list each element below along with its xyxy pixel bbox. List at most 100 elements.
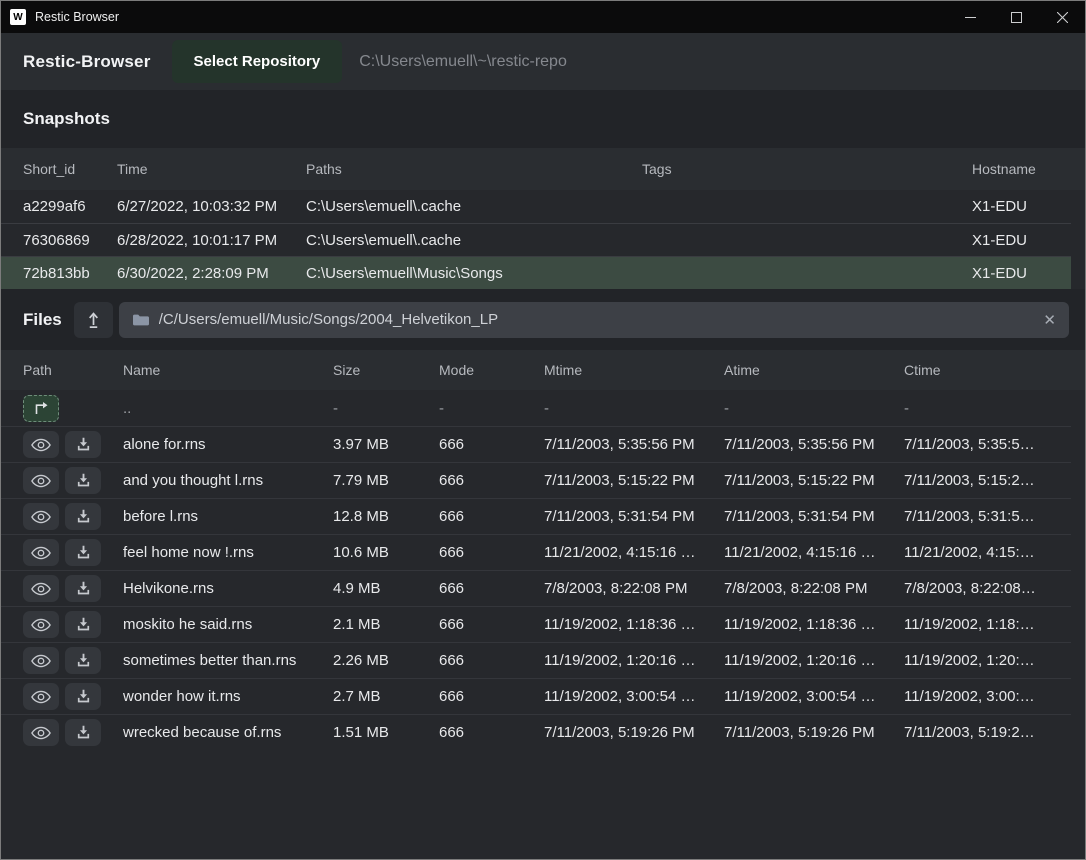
preview-file-button[interactable] <box>23 467 59 494</box>
column-ctime: Ctime <box>904 362 1063 378</box>
file-row[interactable]: wrecked because of.rns1.51 MB6667/11/200… <box>1 714 1071 750</box>
close-button[interactable] <box>1039 1 1085 33</box>
file-size: 1.51 MB <box>333 724 439 741</box>
file-mtime: 7/11/2003, 5:19:26 PM <box>544 724 724 741</box>
files-table-header: Path Name Size Mode Mtime Atime Ctime <box>1 350 1085 390</box>
download-file-button[interactable] <box>65 611 101 638</box>
corner-up-right-arrow-icon <box>32 401 50 415</box>
app-icon-letter: W <box>13 12 22 23</box>
file-atime: 11/19/2002, 1:20:16 … <box>724 652 904 669</box>
file-row[interactable]: sometimes better than.rns2.26 MB66611/19… <box>1 642 1071 678</box>
parent-directory-row[interactable]: ..----- <box>1 390 1071 426</box>
file-mtime: 7/11/2003, 5:15:22 PM <box>544 472 724 489</box>
download-file-button[interactable] <box>65 647 101 674</box>
file-mtime: 11/19/2002, 1:20:16 … <box>544 652 724 669</box>
maximize-button[interactable] <box>993 1 1039 33</box>
column-atime: Atime <box>724 362 904 378</box>
preview-file-button[interactable] <box>23 431 59 458</box>
file-size: 7.79 MB <box>333 472 439 489</box>
maximize-icon <box>1011 12 1022 23</box>
file-mtime: 11/21/2002, 4:15:16 … <box>544 544 724 561</box>
snapshot-short-id: 76306869 <box>23 232 117 249</box>
file-mtime: 11/19/2002, 1:18:36 … <box>544 616 724 633</box>
file-size: 2.7 MB <box>333 688 439 705</box>
snapshot-hostname: X1-EDU <box>972 265 1049 282</box>
snapshots-section-header: Snapshots <box>1 90 1085 148</box>
column-tags: Tags <box>642 161 972 177</box>
preview-file-button[interactable] <box>23 539 59 566</box>
file-mode: 666 <box>439 544 544 561</box>
file-row-actions <box>23 683 123 710</box>
file-ctime: 11/19/2002, 1:18:36 … <box>904 616 1049 633</box>
download-file-button[interactable] <box>65 467 101 494</box>
download-icon <box>76 653 91 668</box>
file-name: Helvikone.rns <box>123 580 333 597</box>
download-file-button[interactable] <box>65 683 101 710</box>
minimize-button[interactable] <box>947 1 993 33</box>
preview-file-button[interactable] <box>23 683 59 710</box>
file-row[interactable]: and you thought l.rns7.79 MB6667/11/2003… <box>1 462 1071 498</box>
file-size: 12.8 MB <box>333 508 439 525</box>
folder-icon <box>132 313 150 327</box>
up-arrow-from-bar-icon <box>87 312 100 328</box>
download-icon <box>76 689 91 704</box>
column-hostname: Hostname <box>972 161 1063 177</box>
file-ctime: 7/11/2003, 5:31:54 PM <box>904 508 1049 525</box>
file-path-input[interactable]: /C/Users/emuell/Music/Songs/2004_Helveti… <box>119 302 1069 338</box>
file-row[interactable]: before l.rns12.8 MB6667/11/2003, 5:31:54… <box>1 498 1071 534</box>
preview-file-button[interactable] <box>23 719 59 746</box>
file-mode: 666 <box>439 652 544 669</box>
file-mtime: 7/11/2003, 5:35:56 PM <box>544 436 724 453</box>
snapshot-hostname: X1-EDU <box>972 232 1049 249</box>
snapshot-row[interactable]: 72b813bb6/30/2022, 2:28:09 PMC:\Users\em… <box>1 256 1071 289</box>
download-file-button[interactable] <box>65 719 101 746</box>
go-parent-directory-button[interactable] <box>23 395 59 422</box>
preview-file-button[interactable] <box>23 611 59 638</box>
app-header: Restic-Browser Select Repository C:\User… <box>1 33 1085 90</box>
file-row[interactable]: alone for.rns3.97 MB6667/11/2003, 5:35:5… <box>1 426 1071 462</box>
download-file-button[interactable] <box>65 575 101 602</box>
file-size: - <box>333 400 439 417</box>
preview-file-button[interactable] <box>23 575 59 602</box>
files-section-header: Files /C/Users/emuell/Music/Songs/2004_H… <box>1 289 1085 350</box>
column-mtime: Mtime <box>544 362 724 378</box>
snapshot-row[interactable]: 763068696/28/2022, 10:01:17 PMC:\Users\e… <box>1 223 1071 256</box>
snapshot-row[interactable]: a2299af66/27/2022, 10:03:32 PMC:\Users\e… <box>1 190 1071 223</box>
file-mtime: 7/8/2003, 8:22:08 PM <box>544 580 724 597</box>
download-file-button[interactable] <box>65 503 101 530</box>
file-name: alone for.rns <box>123 436 333 453</box>
clear-path-icon[interactable]: ✕ <box>1043 311 1056 329</box>
download-file-button[interactable] <box>65 431 101 458</box>
file-row-actions <box>23 719 123 746</box>
preview-file-button[interactable] <box>23 647 59 674</box>
file-name: wrecked because of.rns <box>123 724 333 741</box>
file-atime: 11/19/2002, 1:18:36 … <box>724 616 904 633</box>
file-ctime: - <box>904 400 1049 417</box>
app-window: W Restic Browser Restic-Browser Se <box>0 0 1086 860</box>
file-name: feel home now !.rns <box>123 544 333 561</box>
column-size: Size <box>333 362 439 378</box>
eye-icon <box>31 582 51 596</box>
file-row[interactable]: Helvikone.rns4.9 MB6667/8/2003, 8:22:08 … <box>1 570 1071 606</box>
window-title: Restic Browser <box>35 10 119 24</box>
file-row-actions <box>23 647 123 674</box>
file-mode: - <box>439 400 544 417</box>
file-row[interactable]: moskito he said.rns2.1 MB66611/19/2002, … <box>1 606 1071 642</box>
snapshots-table-header: Short_id Time Paths Tags Hostname <box>1 148 1085 190</box>
files-table-body: ..-----alone for.rns3.97 MB6667/11/2003,… <box>1 390 1085 750</box>
download-file-button[interactable] <box>65 539 101 566</box>
go-up-button[interactable] <box>74 302 113 338</box>
file-ctime: 11/21/2002, 4:15:16 … <box>904 544 1049 561</box>
snapshot-paths: C:\Users\emuell\.cache <box>306 198 642 215</box>
file-mtime: - <box>544 400 724 417</box>
select-repository-button[interactable]: Select Repository <box>172 40 343 83</box>
file-name: before l.rns <box>123 508 333 525</box>
file-atime: 11/19/2002, 3:00:54 … <box>724 688 904 705</box>
preview-file-button[interactable] <box>23 503 59 530</box>
file-row[interactable]: wonder how it.rns2.7 MB66611/19/2002, 3:… <box>1 678 1071 714</box>
file-row[interactable]: feel home now !.rns10.6 MB66611/21/2002,… <box>1 534 1071 570</box>
file-mode: 666 <box>439 688 544 705</box>
minimize-icon <box>965 12 976 23</box>
column-short-id: Short_id <box>23 161 117 177</box>
file-mtime: 11/19/2002, 3:00:54 … <box>544 688 724 705</box>
